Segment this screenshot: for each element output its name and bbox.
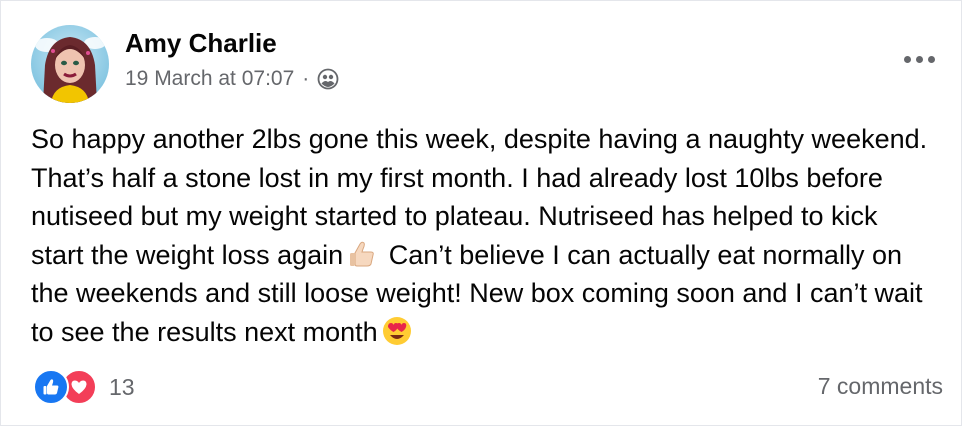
like-icon — [33, 369, 69, 405]
comments-count-link[interactable]: 7 comments — [818, 373, 943, 400]
reactions-summary[interactable]: 13 — [33, 369, 135, 405]
post-meta: 19 March at 07:07 · — [125, 67, 339, 91]
post-timestamp[interactable]: 19 March at 07:07 — [125, 67, 294, 91]
author-name[interactable]: Amy Charlie — [125, 28, 277, 59]
meta-separator: · — [302, 67, 310, 90]
reaction-count: 13 — [109, 373, 135, 400]
more-dot — [903, 55, 911, 63]
more-dot — [915, 55, 923, 63]
friends-icon[interactable] — [317, 68, 339, 90]
post-text: So happy another 2lbs gone this week, de… — [31, 120, 936, 351]
heart-eyes-emoji — [382, 316, 412, 346]
thumbs-up-emoji — [347, 239, 377, 269]
post-card: Amy Charlie 19 March at 07:07 · So happy… — [0, 0, 962, 426]
more-options-icon[interactable] — [899, 47, 939, 71]
more-dot — [927, 55, 935, 63]
avatar[interactable] — [31, 25, 109, 103]
